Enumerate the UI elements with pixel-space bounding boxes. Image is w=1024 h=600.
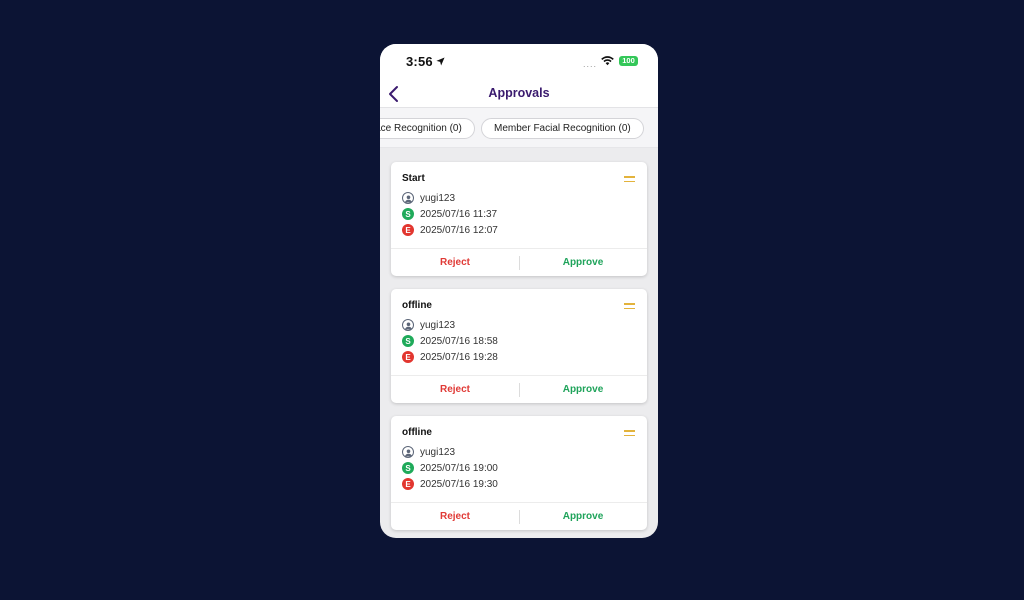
approval-title: offline [402,427,432,438]
end-time: 2025/07/16 19:30 [420,478,498,490]
start-time: 2025/07/16 19:00 [420,462,498,474]
drag-handle-icon[interactable] [624,430,635,437]
phone-screen: 3:56 .... 100 Approvals Face Recognition… [380,44,658,538]
user-name: yugi123 [420,446,456,458]
end-time: 2025/07/16 19:28 [420,351,498,363]
approval-title: offline [402,300,432,311]
card-actions: Reject Approve [391,248,647,276]
end-icon: E [402,351,414,363]
approve-button[interactable]: Approve [519,503,647,531]
card-actions: Reject Approve [391,502,647,530]
nav-bar: Approvals [380,80,658,108]
user-name: yugi123 [420,192,456,204]
wifi-icon [601,56,614,66]
user-name: yugi123 [420,319,456,331]
approval-title: Start [402,173,425,184]
start-icon: S [402,335,414,347]
page-title: Approvals [488,86,550,100]
start-time-row: S 2025/07/16 19:00 [402,461,498,475]
end-time-row: E 2025/07/16 19:28 [402,350,498,364]
end-icon: E [402,478,414,490]
end-time-row: E 2025/07/16 19:30 [402,477,498,491]
status-bar: 3:56 .... 100 [380,44,658,80]
user-row: yugi123 [402,318,455,332]
approval-card: Start yugi123 S 2025/07/16 11:37 E 2025/… [391,162,647,276]
card-actions: Reject Approve [391,375,647,403]
start-time: 2025/07/16 11:37 [420,208,498,220]
reject-button[interactable]: Reject [391,376,519,404]
user-row: yugi123 [402,445,455,459]
drag-handle-icon[interactable] [624,303,635,310]
approval-card: offline yugi123 S 2025/07/16 18:58 E 202… [391,289,647,403]
start-icon: S [402,208,414,220]
end-time-row: E 2025/07/16 12:07 [402,223,498,237]
filter-face-recognition[interactable]: Face Recognition (0) [380,118,475,139]
drag-handle-icon[interactable] [624,176,635,183]
user-icon [402,446,414,458]
end-icon: E [402,224,414,236]
battery-indicator: 100 [619,56,638,66]
start-time: 2025/07/16 18:58 [420,335,498,347]
approval-card: offline yugi123 S 2025/07/16 19:00 E 202… [391,416,647,530]
filter-member-facial-recognition[interactable]: Member Facial Recognition (0) [481,118,644,139]
user-row: yugi123 [402,191,455,205]
reject-button[interactable]: Reject [391,503,519,531]
reject-button[interactable]: Reject [391,249,519,277]
start-time-row: S 2025/07/16 18:58 [402,334,498,348]
location-arrow-icon [436,57,445,66]
start-icon: S [402,462,414,474]
approve-button[interactable]: Approve [519,249,647,277]
user-icon [402,319,414,331]
end-time: 2025/07/16 12:07 [420,224,498,236]
start-time-row: S 2025/07/16 11:37 [402,207,497,221]
status-time: 3:56 [406,54,433,69]
user-icon [402,192,414,204]
approve-button[interactable]: Approve [519,376,647,404]
cellular-signal: .... [583,59,598,69]
filter-tabs: Face Recognition (0) Member Facial Recog… [380,108,658,148]
